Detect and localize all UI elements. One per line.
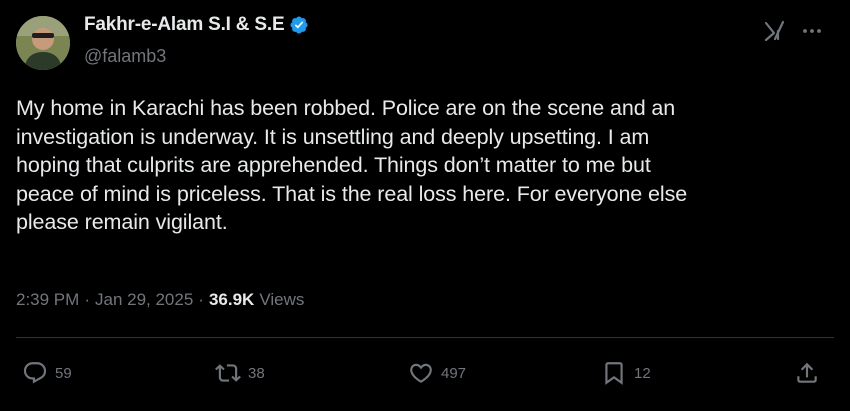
author-handle[interactable]: @falamb3 bbox=[84, 46, 166, 67]
bookmark-button[interactable]: 12 bbox=[601, 360, 651, 386]
share-button[interactable] bbox=[794, 360, 820, 386]
author-display-name[interactable]: Fakhr-e-Alam S.I & S.E bbox=[84, 14, 285, 36]
more-icon[interactable] bbox=[801, 22, 823, 40]
avatar[interactable] bbox=[16, 16, 70, 70]
tweet-meta: 2:39 PM · Jan 29, 2025 · 36.9K Views bbox=[16, 290, 304, 310]
reply-count: 59 bbox=[55, 364, 72, 382]
views-count: 36.9K bbox=[208, 290, 255, 309]
tweet-text: My home in Karachi has been robbed. Poli… bbox=[16, 96, 688, 234]
grok-icon[interactable] bbox=[763, 19, 787, 43]
like-icon bbox=[410, 363, 432, 383]
like-count: 497 bbox=[441, 364, 467, 382]
repost-count: 38 bbox=[248, 364, 265, 382]
avatar-image bbox=[16, 16, 70, 70]
bookmark-icon bbox=[605, 362, 623, 385]
reply-button[interactable]: 59 bbox=[22, 360, 72, 386]
views-label: Views bbox=[259, 290, 305, 309]
reply-icon bbox=[23, 362, 47, 384]
verified-icon bbox=[290, 16, 308, 34]
repost-button[interactable]: 38 bbox=[215, 360, 265, 386]
tweet-time[interactable]: 2:39 PM bbox=[16, 290, 79, 310]
meta-separator: · bbox=[84, 290, 90, 309]
share-icon bbox=[797, 362, 817, 383]
author-name-row: Fakhr-e-Alam S.I & S.E bbox=[84, 14, 309, 36]
repost-icon bbox=[215, 364, 241, 382]
tweet-date[interactable]: Jan 29, 2025 bbox=[95, 290, 193, 310]
meta-separator: · bbox=[198, 290, 204, 309]
bookmark-count: 12 bbox=[634, 364, 651, 382]
divider bbox=[16, 337, 834, 338]
like-button[interactable]: 497 bbox=[408, 360, 466, 386]
